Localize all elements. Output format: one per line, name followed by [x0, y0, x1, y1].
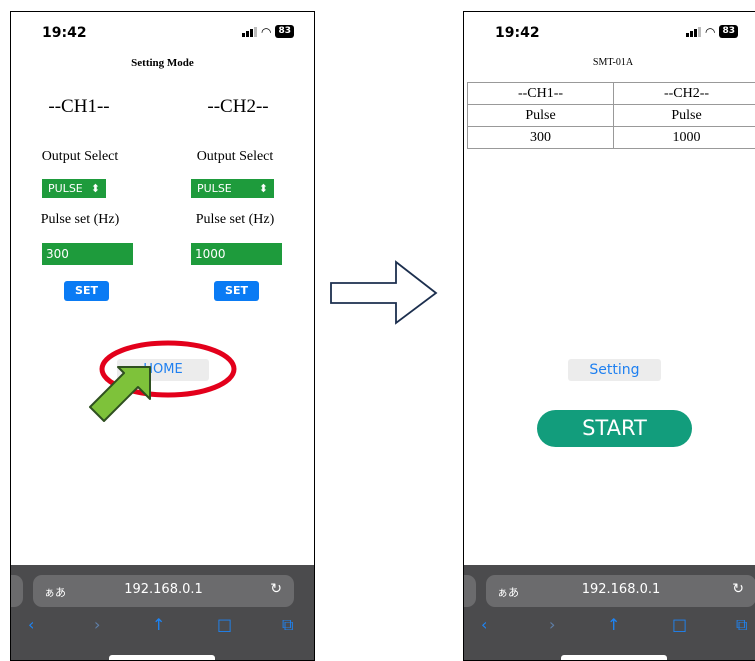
- status-time: 19:42: [42, 25, 87, 41]
- url-address: 192.168.0.1: [581, 582, 661, 597]
- table-row: 300 1000: [467, 126, 755, 149]
- previous-tab-edge[interactable]: [11, 575, 23, 607]
- tabs-icon[interactable]: ⧉: [282, 615, 293, 635]
- chevron-updown-icon: ⬍: [90, 182, 100, 195]
- previous-tab-edge[interactable]: [464, 575, 476, 607]
- back-icon[interactable]: ‹: [28, 615, 34, 634]
- ch1-pulse-set-label: Pulse set (Hz): [40, 212, 120, 227]
- signal-icon: [685, 26, 701, 37]
- reload-icon[interactable]: ↻: [732, 581, 744, 597]
- battery-icon: 83: [275, 25, 294, 38]
- right-arrow-icon: [330, 260, 438, 325]
- forward-icon[interactable]: ›: [549, 615, 555, 634]
- phone-screen-setting-mode: 19:42 ◠ 83 Setting Mode --CH1-- --CH2-- …: [10, 11, 315, 661]
- browser-toolbar: ‹ › ↑ □ ⧉: [11, 615, 314, 645]
- phone-screen-main: 19:42 ◠ 83 SMT-01A --CH1-- --CH2-- Pulse…: [463, 11, 755, 661]
- table-header: --CH1--: [467, 82, 614, 105]
- ch2-output-select-label: Output Select: [196, 149, 274, 164]
- ch2-output-select[interactable]: PULSE ⬍: [191, 179, 274, 198]
- wifi-icon: ◠: [704, 24, 716, 39]
- browser-toolbar: ‹ › ↑ □ ⧉: [464, 615, 755, 645]
- start-button[interactable]: START: [537, 410, 692, 447]
- ch2-header: --CH2--: [207, 96, 269, 117]
- back-icon[interactable]: ‹: [481, 615, 487, 634]
- table-cell: 300: [467, 126, 614, 149]
- ch1-output-select-label: Output Select: [41, 149, 119, 164]
- status-bar: 19:42 ◠ 83: [11, 12, 314, 52]
- share-icon[interactable]: ↑: [152, 615, 165, 634]
- url-bar[interactable]: ぁあ 192.168.0.1 ↻: [486, 575, 755, 607]
- ch1-output-select[interactable]: PULSE ⬍: [42, 179, 106, 198]
- status-time: 19:42: [495, 25, 540, 41]
- table-cell: 1000: [613, 126, 755, 149]
- url-bar[interactable]: ぁあ 192.168.0.1 ↻: [33, 575, 294, 607]
- table-header-row: --CH1-- --CH2--: [467, 82, 755, 105]
- browser-bar: ぁあ 192.168.0.1 ↻ ‹ › ↑ □ ⧉: [464, 565, 755, 660]
- bookmarks-icon[interactable]: □: [672, 615, 687, 634]
- ch2-pulse-set-label: Pulse set (Hz): [195, 212, 275, 227]
- ch2-set-button[interactable]: SET: [214, 281, 259, 301]
- browser-bar: ぁあ 192.168.0.1 ↻ ‹ › ↑ □ ⧉: [11, 565, 314, 660]
- signal-icon: [241, 26, 257, 37]
- tabs-icon[interactable]: ⧉: [736, 615, 747, 635]
- reload-icon[interactable]: ↻: [270, 581, 282, 597]
- status-bar: 19:42 ◠ 83: [464, 12, 755, 52]
- page-title: SMT-01A: [592, 57, 634, 68]
- ch2-pulse-input[interactable]: 1000: [191, 243, 282, 265]
- ch1-pulse-input[interactable]: 300: [42, 243, 133, 265]
- table-cell: Pulse: [467, 104, 614, 127]
- ch1-output-select-value: PULSE: [48, 182, 83, 195]
- home-indicator: [561, 655, 667, 660]
- battery-icon: 83: [719, 25, 738, 38]
- ch1-header: --CH1--: [48, 96, 110, 117]
- chevron-updown-icon: ⬍: [258, 182, 268, 195]
- table-cell: Pulse: [613, 104, 755, 127]
- channel-table: --CH1-- --CH2-- Pulse Pulse 300 1000: [467, 82, 755, 149]
- forward-icon[interactable]: ›: [94, 615, 100, 634]
- ch2-output-select-value: PULSE: [197, 182, 232, 195]
- home-button[interactable]: HOME: [117, 359, 209, 381]
- table-header: --CH2--: [613, 82, 755, 105]
- home-indicator: [109, 655, 215, 660]
- url-address: 192.168.0.1: [124, 582, 203, 597]
- share-icon[interactable]: ↑: [607, 615, 620, 634]
- table-row: Pulse Pulse: [467, 104, 755, 127]
- wifi-icon: ◠: [260, 24, 272, 39]
- page-title: Setting Mode: [131, 57, 194, 69]
- ch1-set-button[interactable]: SET: [64, 281, 109, 301]
- setting-button[interactable]: Setting: [568, 359, 661, 381]
- bookmarks-icon[interactable]: □: [217, 615, 232, 634]
